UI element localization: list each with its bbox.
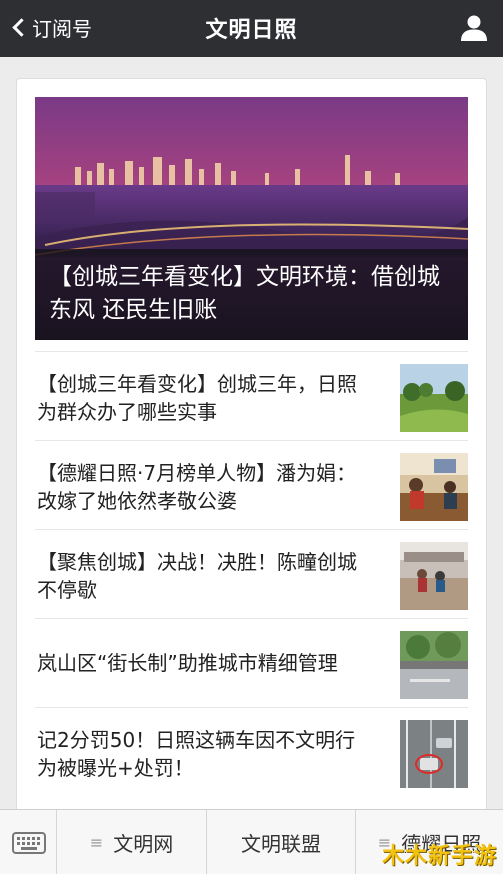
watermark: 木木新手游 [381, 844, 497, 869]
page-title: 文明日照 [205, 18, 298, 43]
user-icon[interactable] [459, 14, 489, 42]
list-item[interactable]: 【创城三年看变化】创城三年，日照为群众办了哪些实事 [35, 351, 468, 439]
menu-item-wenminglianmeng[interactable]: 文明联盟 [207, 810, 356, 874]
list-item[interactable]: 【德耀日照·7月榜单人物】潘为娟：改嫁了她依然孝敬公婆 [35, 440, 468, 528]
menu-item-label: 文明网 [113, 832, 174, 856]
keyboard-toggle-button[interactable] [0, 810, 57, 874]
hamburger-icon: ≡ [89, 833, 104, 852]
article-card: 【创城三年看变化】文明环境：借创城东风 还民生旧账 【创城三年看变化】创城三年，… [16, 78, 487, 818]
list-item[interactable]: 【聚焦创城】决战！决胜！陈疃创城不停歇 [35, 529, 468, 617]
article-title: 【聚焦创城】决战！决胜！陈疃创城不停歇 [37, 550, 357, 602]
keyboard-icon [12, 832, 46, 854]
article-thumbnail [400, 720, 468, 788]
nav-bar: 订阅号 文明日照 [0, 0, 503, 57]
list-item[interactable]: 岚山区“街长制”助推城市精细管理 [35, 618, 468, 706]
article-thumbnail [400, 542, 468, 610]
article-title: 【德耀日照·7月榜单人物】潘为娟：改嫁了她依然孝敬公婆 [37, 461, 357, 513]
article-title: 记2分罚50！日照这辆车因不文明行为被曝光+处罚！ [37, 728, 356, 780]
hero-caption: 【创城三年看变化】文明环境：借创城东风 还民生旧账 [35, 249, 468, 340]
menu-item-label: 文明联盟 [241, 832, 321, 856]
article-thumbnail [400, 364, 468, 432]
list-item[interactable]: 记2分罚50！日照这辆车因不文明行为被曝光+处罚！ [35, 707, 468, 795]
article-title: 【创城三年看变化】创城三年，日照为群众办了哪些实事 [37, 372, 357, 424]
menu-item-wenmingwang[interactable]: ≡ 文明网 [57, 810, 207, 874]
article-thumbnail [400, 631, 468, 699]
article-title: 岚山区“街长制”助推城市精细管理 [37, 651, 338, 675]
article-thumbnail [400, 453, 468, 521]
hero-article[interactable]: 【创城三年看变化】文明环境：借创城东风 还民生旧账 [35, 97, 468, 340]
